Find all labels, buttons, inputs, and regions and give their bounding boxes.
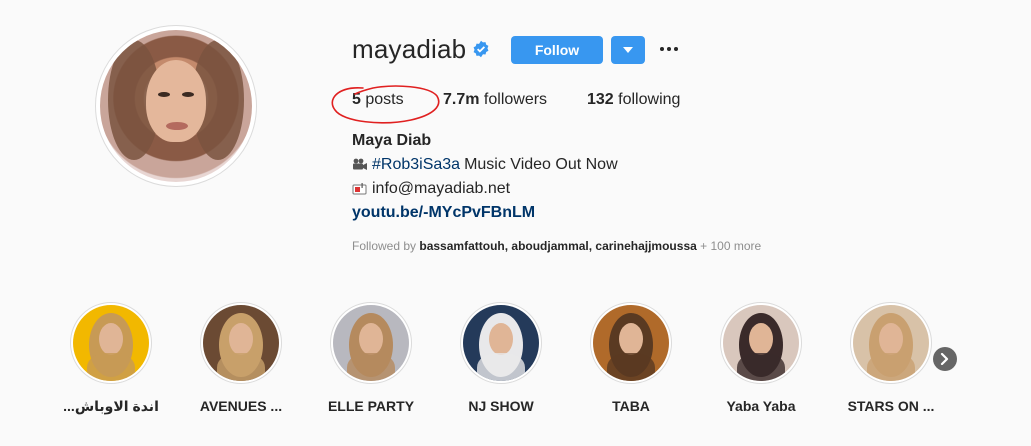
highlight-cover[interactable] [720, 302, 802, 384]
highlight-image [333, 305, 409, 381]
bio-line-1: #Rob3iSa3a Music Video Out Now [352, 156, 618, 174]
highlight-item[interactable]: STARS ON ... [847, 302, 935, 414]
highlight-label: ...اندة الاوباش [63, 398, 159, 414]
full-name: Maya Diab [352, 132, 432, 149]
highlight-label: NJ SHOW [468, 398, 534, 414]
followers-stat[interactable]: 7.7m followers [443, 91, 547, 109]
more-options-button[interactable] [660, 44, 680, 54]
movie-camera-icon [353, 158, 367, 170]
bio-line-2: info@mayadiab.net [352, 180, 510, 198]
highlight-cover[interactable] [460, 302, 542, 384]
highlight-label: STARS ON ... [847, 398, 935, 414]
highlight-cover[interactable] [70, 302, 152, 384]
username: mayadiab [352, 34, 467, 64]
chevron-right-icon [940, 353, 949, 365]
highlight-item[interactable]: ...اندة الاوباش [63, 302, 159, 415]
following-label: following [618, 91, 681, 108]
bio-hashtag[interactable]: #Rob3iSa3a [372, 156, 460, 174]
highlight-image [723, 305, 799, 381]
highlight-label: Yaba Yaba [726, 398, 796, 414]
following-stat[interactable]: 132 following [587, 91, 680, 109]
following-count: 132 [587, 91, 614, 108]
followed-by-names: bassamfattouh, aboudjammal, carinehajjmo… [419, 239, 697, 253]
highlight-image [463, 305, 539, 381]
avatar-image [100, 30, 252, 182]
highlight-item[interactable]: TABA [589, 302, 673, 414]
highlight-image [853, 305, 929, 381]
highlight-cover[interactable] [330, 302, 412, 384]
bio-text: Music Video Out Now [464, 156, 618, 173]
verified-badge-icon [473, 40, 489, 58]
followed-by-prefix: Followed by [352, 239, 417, 253]
bio-email: info@mayadiab.net [372, 180, 511, 197]
ellipsis-icon [660, 47, 664, 51]
highlight-item[interactable]: ELLE PARTY [327, 302, 415, 414]
highlight-cover[interactable] [200, 302, 282, 384]
highlight-label: AVENUES ... [199, 398, 283, 414]
highlight-cover[interactable] [590, 302, 672, 384]
highlight-item[interactable]: NJ SHOW [459, 302, 543, 414]
followed-by[interactable]: Followed by bassamfattouh, aboudjammal, … [352, 239, 761, 253]
mailbox-icon [352, 183, 367, 195]
followers-count: 7.7m [443, 91, 480, 108]
profile-avatar[interactable] [95, 25, 257, 187]
follow-button[interactable]: Follow [511, 36, 603, 64]
highlight-item[interactable]: AVENUES ... [199, 302, 283, 414]
followed-by-suffix: + 100 more [700, 239, 762, 253]
highlight-label: TABA [612, 398, 650, 414]
profile-link[interactable]: youtu.be/-MYcPvFBnLM [352, 204, 535, 222]
follow-dropdown-button[interactable] [611, 36, 645, 64]
highlight-image [73, 305, 149, 381]
caret-down-icon [623, 47, 633, 53]
annotation-circle [331, 85, 440, 124]
highlight-image [203, 305, 279, 381]
highlight-label: ELLE PARTY [327, 398, 415, 414]
highlight-cover[interactable] [850, 302, 932, 384]
followers-label: followers [483, 91, 548, 108]
highlight-item[interactable]: Yaba Yaba [719, 302, 803, 414]
highlights-next-button[interactable] [933, 347, 957, 371]
highlight-image [593, 305, 669, 381]
